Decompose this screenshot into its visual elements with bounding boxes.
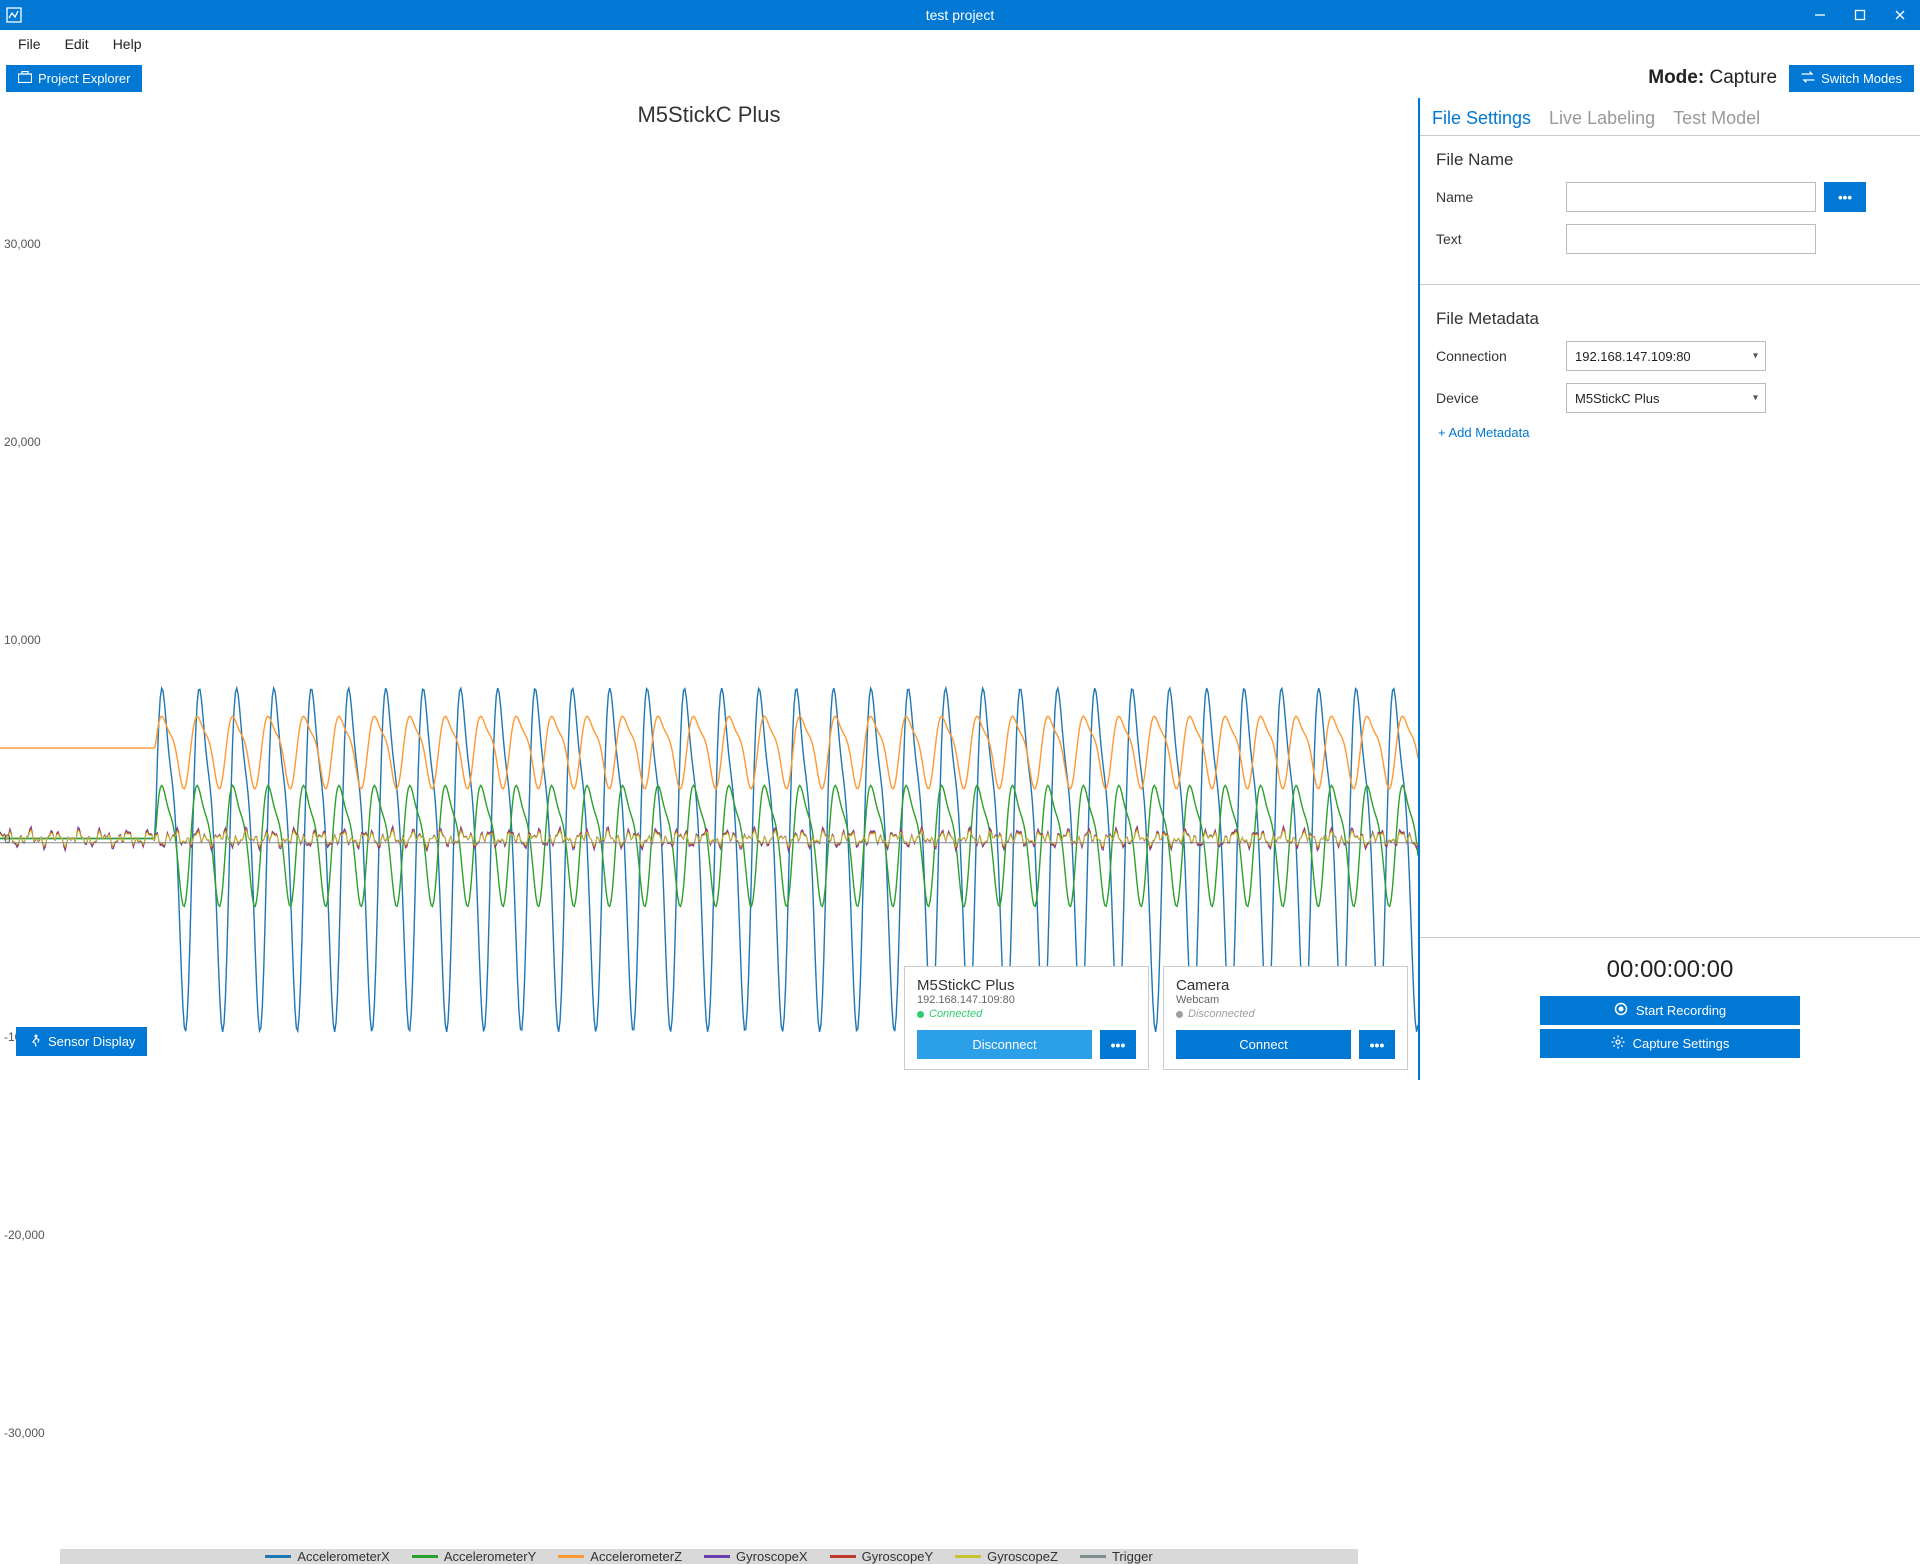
y-tick-label: -20,000: [4, 1228, 60, 1242]
name-label: Name: [1436, 189, 1566, 205]
device-status-text: Connected: [929, 1008, 982, 1020]
camera-menu-button[interactable]: •••: [1359, 1030, 1395, 1059]
section-file-name-heading: File Name: [1436, 150, 1904, 170]
tab-file-settings[interactable]: File Settings: [1432, 108, 1531, 129]
legend-swatch-icon: [955, 1555, 981, 1558]
minimize-icon[interactable]: [1800, 0, 1840, 30]
chart-body[interactable]: -30,000-20,000-10,000010,00020,00030,000: [0, 128, 1418, 1549]
sensor-display-button[interactable]: Sensor Display: [16, 1027, 147, 1056]
legend-label: AccelerometerX: [297, 1549, 389, 1564]
chart-area: M5StickC Plus -30,000-20,000-10,000010,0…: [0, 98, 1420, 1080]
legend-swatch-icon: [830, 1555, 856, 1558]
app-icon: [0, 7, 28, 23]
menu-file[interactable]: File: [8, 33, 51, 55]
switch-modes-label: Switch Modes: [1821, 71, 1902, 86]
close-icon[interactable]: [1880, 0, 1920, 30]
switch-modes-button[interactable]: Switch Modes: [1789, 65, 1914, 92]
device-card-subtitle: 192.168.147.109:80: [917, 994, 1136, 1006]
name-input[interactable]: [1566, 182, 1816, 212]
connection-label: Connection: [1436, 348, 1566, 364]
tab-test-model[interactable]: Test Model: [1673, 108, 1760, 129]
legend-item[interactable]: GyroscopeY: [830, 1549, 934, 1564]
text-input[interactable]: [1566, 224, 1816, 254]
y-tick-label: 0: [4, 832, 60, 846]
legend-swatch-icon: [1080, 1555, 1106, 1558]
camera-card-title: Camera: [1176, 977, 1395, 994]
tab-live-labeling[interactable]: Live Labeling: [1549, 108, 1655, 129]
legend-item[interactable]: AccelerometerY: [412, 1549, 536, 1564]
right-panel-tabs: File Settings Live Labeling Test Model: [1420, 98, 1920, 136]
connection-select[interactable]: 192.168.147.109:80 ▾: [1566, 341, 1766, 371]
device-label: Device: [1436, 390, 1566, 406]
add-metadata-link[interactable]: + Add Metadata: [1436, 425, 1904, 440]
legend-label: Trigger: [1112, 1549, 1153, 1564]
legend-swatch-icon: [704, 1555, 730, 1558]
connect-button[interactable]: Connect: [1176, 1030, 1351, 1059]
device-card-title: M5StickC Plus: [917, 977, 1136, 994]
briefcase-icon: [18, 71, 32, 86]
legend-label: AccelerometerZ: [590, 1549, 682, 1564]
legend-item[interactable]: AccelerometerZ: [558, 1549, 682, 1564]
y-tick-label: -30,000: [4, 1426, 60, 1440]
menu-help[interactable]: Help: [103, 33, 152, 55]
disconnect-button[interactable]: Disconnect: [917, 1030, 1092, 1059]
section-metadata-heading: File Metadata: [1436, 309, 1904, 329]
legend-label: GyroscopeX: [736, 1549, 808, 1564]
capture-settings-label: Capture Settings: [1633, 1036, 1730, 1051]
record-icon: [1614, 1002, 1628, 1019]
maximize-icon[interactable]: [1840, 0, 1880, 30]
toolbar: Project Explorer Mode: Capture Switch Mo…: [0, 58, 1920, 98]
name-more-button[interactable]: •••: [1824, 182, 1866, 212]
y-tick-label: 30,000: [4, 237, 60, 251]
text-label: Text: [1436, 231, 1566, 247]
connection-value: 192.168.147.109:80: [1566, 341, 1766, 371]
y-tick-label: 10,000: [4, 633, 60, 647]
status-dot-icon: [1176, 1011, 1183, 1018]
mode-prefix: Mode:: [1648, 67, 1709, 88]
gear-icon: [1611, 1035, 1625, 1052]
device-menu-button[interactable]: •••: [1100, 1030, 1136, 1059]
right-panel-footer: 00:00:00:00 Start Recording Capture Sett…: [1420, 937, 1920, 1080]
camera-card: Camera Webcam Disconnected Connect •••: [1163, 966, 1408, 1070]
legend-swatch-icon: [265, 1555, 291, 1558]
menubar: File Edit Help: [0, 30, 1920, 58]
y-tick-label: 20,000: [4, 435, 60, 449]
chart-title: M5StickC Plus: [0, 98, 1418, 128]
mode-indicator: Mode: Capture: [1648, 67, 1777, 89]
recording-timer: 00:00:00:00: [1438, 956, 1902, 984]
device-value: M5StickC Plus: [1566, 383, 1766, 413]
swap-icon: [1801, 71, 1815, 86]
legend-label: AccelerometerY: [444, 1549, 536, 1564]
start-recording-label: Start Recording: [1636, 1003, 1726, 1018]
status-dot-icon: [917, 1011, 924, 1018]
running-icon: [28, 1033, 42, 1050]
legend-label: GyroscopeZ: [987, 1549, 1058, 1564]
right-panel: File Settings Live Labeling Test Model F…: [1420, 98, 1920, 1080]
camera-status-text: Disconnected: [1188, 1008, 1255, 1020]
project-explorer-label: Project Explorer: [38, 71, 130, 86]
project-explorer-button[interactable]: Project Explorer: [6, 65, 142, 92]
titlebar: test project: [0, 0, 1920, 30]
window-title: test project: [0, 7, 1920, 23]
legend-swatch-icon: [558, 1555, 584, 1558]
menu-edit[interactable]: Edit: [55, 33, 99, 55]
sensor-display-label: Sensor Display: [48, 1034, 135, 1049]
camera-card-subtitle: Webcam: [1176, 994, 1395, 1006]
chart-legend: AccelerometerX AccelerometerY Acceleromete…: [60, 1549, 1358, 1564]
legend-label: GyroscopeY: [862, 1549, 934, 1564]
legend-swatch-icon: [412, 1555, 438, 1558]
legend-item[interactable]: Trigger: [1080, 1549, 1153, 1564]
start-recording-button[interactable]: Start Recording: [1540, 996, 1800, 1025]
legend-item[interactable]: GyroscopeX: [704, 1549, 808, 1564]
legend-item[interactable]: AccelerometerX: [265, 1549, 389, 1564]
device-card: M5StickC Plus 192.168.147.109:80 Connect…: [904, 966, 1149, 1070]
capture-settings-button[interactable]: Capture Settings: [1540, 1029, 1800, 1058]
mode-value: Capture: [1709, 67, 1777, 88]
legend-item[interactable]: GyroscopeZ: [955, 1549, 1058, 1564]
chart-plot: [0, 128, 1418, 1549]
device-select[interactable]: M5StickC Plus ▾: [1566, 383, 1766, 413]
